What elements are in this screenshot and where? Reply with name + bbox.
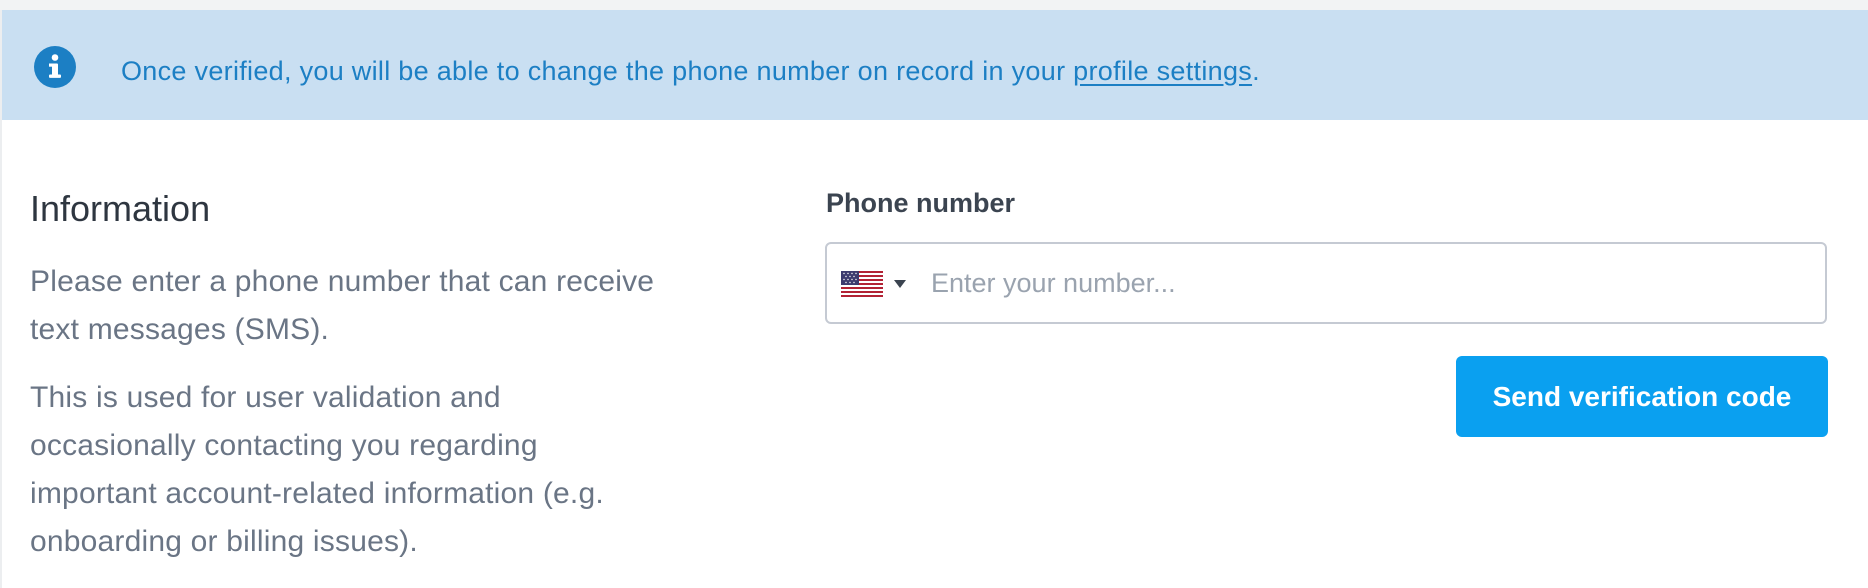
phone-number-input[interactable] — [931, 260, 1811, 306]
top-strip — [0, 0, 1868, 10]
description-usage: This is used for user validation and occ… — [30, 381, 604, 558]
panel-left-border — [0, 10, 2, 588]
banner-message-suffix: . — [1252, 56, 1260, 86]
banner-message-text: Once verified, you will be able to chang… — [121, 56, 1074, 86]
send-verification-code-button[interactable]: Send verification code — [1456, 356, 1828, 437]
phone-number-label: Phone number — [826, 188, 1016, 218]
country-code-select[interactable] — [841, 269, 907, 299]
caret-down-icon — [894, 280, 906, 288]
banner-message: Once verified, you will be able to chang… — [121, 56, 1260, 87]
info-icon — [34, 46, 76, 88]
info-banner: Once verified, you will be able to chang… — [0, 10, 1868, 120]
description-sms: Please enter a phone number that can rec… — [30, 265, 655, 346]
section-title: Information — [30, 188, 211, 229]
us-flag-icon — [841, 271, 883, 297]
profile-settings-link[interactable]: profile settings — [1073, 56, 1252, 86]
phone-number-field — [825, 242, 1827, 324]
